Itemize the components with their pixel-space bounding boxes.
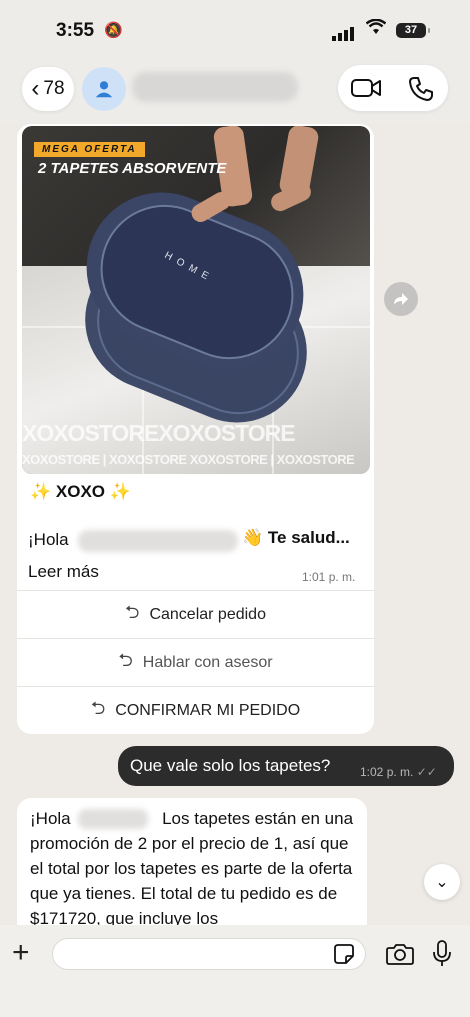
message-input[interactable]	[52, 938, 366, 970]
greeting-end: 👋 Te salud...	[242, 528, 350, 547]
camera-icon[interactable]	[386, 942, 414, 966]
unread-count: 78	[43, 78, 65, 99]
watermark-large: XOXOSTOREXOXOSTORE	[22, 420, 296, 446]
cancel-order-button[interactable]: ⮌ Cancelar pedido	[17, 591, 374, 639]
reply-icon: ⮌	[125, 602, 140, 622]
status-time: 3:55	[56, 20, 95, 41]
read-more-link[interactable]: Leer más	[28, 562, 99, 582]
watermark-small: XOXOSTORE | XOXOSTORE XOXOSTORE | XOXOST…	[22, 452, 355, 467]
video-call-icon[interactable]	[350, 76, 382, 100]
read-receipt-icon: ✓✓	[416, 765, 437, 779]
chevron-left-icon: ‹	[31, 75, 40, 102]
talk-to-advisor-button[interactable]: ⮌ Hablar con asesor	[17, 639, 374, 687]
battery-indicator: 37	[396, 23, 430, 38]
bell-off-icon: 🔕	[104, 22, 123, 39]
confirm-order-label: CONFIRMAR MI PEDIDO	[115, 702, 301, 719]
outgoing-time-label: 1:02 p. m.	[360, 765, 414, 779]
greeting-start: ¡Hola	[28, 530, 69, 549]
microphone-icon[interactable]	[432, 940, 452, 968]
cancel-order-label: Cancelar pedido	[149, 606, 266, 623]
chevron-down-icon: ⌄	[435, 874, 449, 891]
promo-tag: MEGA OFERTA	[34, 142, 145, 157]
forward-button[interactable]	[384, 282, 418, 316]
back-button[interactable]: ‹ 78	[22, 67, 74, 111]
confirm-order-button[interactable]: ⮌ CONFIRMAR MI PEDIDO	[17, 687, 374, 735]
customer-name-redacted	[78, 809, 148, 829]
talk-to-advisor-label: Hablar con asesor	[142, 654, 273, 671]
contact-name-redacted[interactable]	[132, 72, 298, 102]
sticker-icon[interactable]	[334, 944, 354, 964]
reply-icon: ⮌	[118, 650, 133, 670]
reply-icon: ⮌	[90, 698, 106, 718]
person-icon	[95, 81, 113, 98]
forward-icon	[394, 293, 408, 305]
contact-avatar[interactable]	[82, 67, 126, 111]
signal-icon	[332, 23, 356, 41]
incoming-greeting: ¡Hola	[30, 809, 71, 828]
phone-call-icon[interactable]	[408, 76, 434, 102]
incoming-body: Los tapetes están en una promoción de 2 …	[30, 809, 354, 928]
store-name: ✨ XOXO ✨	[30, 482, 131, 501]
plus-icon[interactable]: +	[12, 938, 30, 968]
outgoing-message-time: 1:02 p. m. ✓✓	[360, 765, 437, 779]
outgoing-message-text: Que vale solo los tapetes?	[130, 756, 331, 775]
customer-name-redacted	[78, 530, 238, 552]
wifi-icon	[365, 18, 387, 40]
scroll-to-bottom-button[interactable]: ⌄	[424, 864, 460, 900]
promo-title: 2 TAPETES ABSORVENTE	[38, 160, 227, 177]
message-time: 1:01 p. m.	[302, 570, 356, 584]
